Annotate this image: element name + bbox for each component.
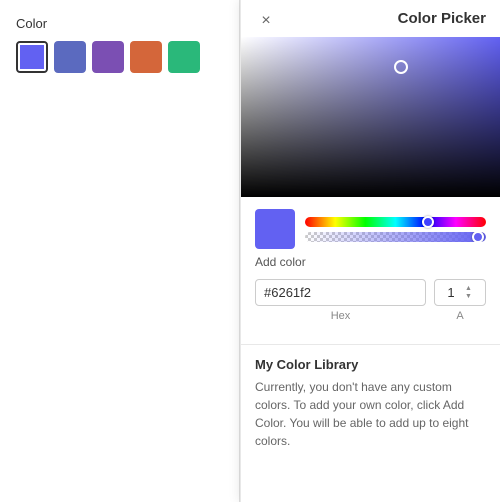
- alpha-slider[interactable]: [305, 232, 486, 242]
- alpha-gradient: [305, 232, 486, 242]
- library-title: My Color Library: [255, 357, 486, 372]
- swatch-1[interactable]: [16, 41, 48, 73]
- color-swatches: [16, 41, 223, 73]
- controls-area: Add color ▲ ▼ Hex A: [241, 197, 500, 340]
- gradient-picker[interactable]: [241, 37, 500, 197]
- alpha-input[interactable]: [439, 285, 463, 300]
- alpha-label: A: [434, 310, 486, 322]
- sliders-column: [305, 217, 486, 242]
- spinner-down[interactable]: ▼: [465, 293, 472, 300]
- preview-swatch: [255, 209, 295, 249]
- hex-alpha-inputs: ▲ ▼: [255, 279, 486, 306]
- hue-slider[interactable]: [305, 217, 486, 227]
- hex-label: Hex: [255, 310, 426, 322]
- left-panel: Color: [0, 0, 240, 502]
- alpha-input-wrap[interactable]: ▲ ▼: [434, 279, 486, 306]
- hue-handle[interactable]: [422, 216, 434, 228]
- close-button[interactable]: ×: [255, 10, 277, 32]
- swatch-3[interactable]: [92, 41, 124, 73]
- picker-header: × Color Picker: [241, 0, 500, 37]
- add-color-row: Add color: [255, 255, 486, 269]
- library-empty-text: Currently, you don't have any custom col…: [255, 378, 486, 450]
- divider: [241, 344, 500, 345]
- color-label: Color: [16, 16, 223, 31]
- spinner-up[interactable]: ▲: [465, 285, 472, 292]
- color-picker-panel: × Color Picker A: [240, 0, 500, 502]
- swatch-4[interactable]: [130, 41, 162, 73]
- hex-input-wrap[interactable]: [255, 279, 426, 306]
- library-section: My Color Library Currently, you don't ha…: [241, 349, 500, 458]
- hex-input[interactable]: [264, 285, 417, 300]
- swatch-5[interactable]: [168, 41, 200, 73]
- input-labels: Hex A: [255, 310, 486, 322]
- gradient-handle[interactable]: [394, 60, 408, 74]
- picker-title: Color Picker: [398, 10, 486, 27]
- swatch-2[interactable]: [54, 41, 86, 73]
- alpha-handle[interactable]: [472, 232, 484, 242]
- alpha-spinner[interactable]: ▲ ▼: [465, 285, 472, 300]
- sliders-row: [255, 209, 486, 249]
- add-color-label[interactable]: Add color: [255, 255, 306, 269]
